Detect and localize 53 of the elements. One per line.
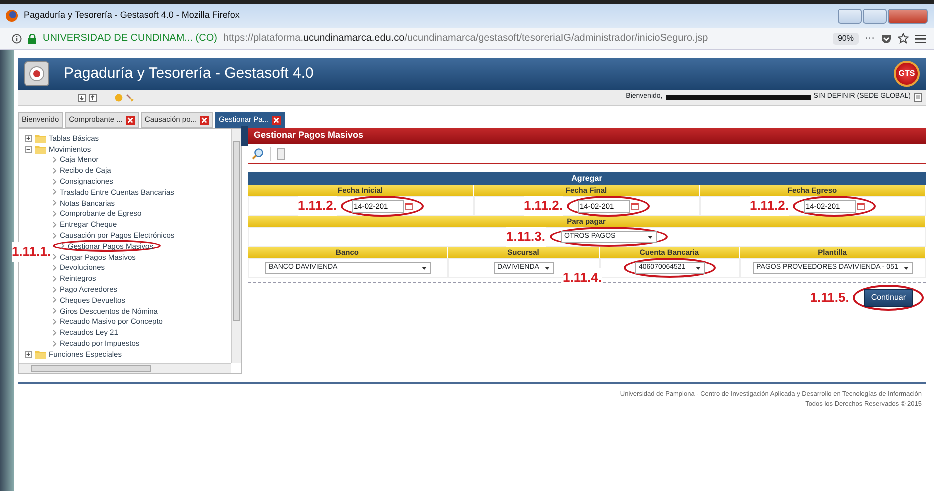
broom-icon[interactable] bbox=[126, 94, 134, 102]
caret-icon bbox=[545, 266, 550, 270]
folder-icon bbox=[35, 144, 46, 154]
site-identity[interactable]: UNIVERSIDAD DE CUNDINAM... (CO) bbox=[43, 31, 218, 46]
collapse-icon[interactable] bbox=[25, 146, 32, 153]
section-header: Agregar bbox=[248, 172, 926, 185]
scroll-thumb[interactable] bbox=[31, 365, 151, 372]
lock-icon bbox=[28, 34, 37, 44]
calendar-icon[interactable] bbox=[631, 202, 640, 210]
annotation-label: 1.11.2. bbox=[750, 196, 790, 216]
caret-icon bbox=[422, 266, 427, 270]
vertical-scrollbar[interactable] bbox=[231, 129, 241, 363]
star-icon[interactable] bbox=[898, 33, 909, 44]
annotation-label: 1.11.2. bbox=[298, 196, 338, 216]
expand-icon[interactable] bbox=[25, 350, 32, 358]
scroll-thumb[interactable] bbox=[233, 141, 240, 321]
pocket-icon[interactable] bbox=[881, 34, 892, 44]
zoom-level[interactable]: 90% bbox=[832, 32, 859, 44]
close-icon[interactable] bbox=[126, 116, 135, 124]
search-icon[interactable] bbox=[252, 148, 264, 160]
url-field[interactable]: https://plataforma.ucundinamarca.edu.co/ucundinamarca/gestasoft/tesoreriaIG/administrador/inicioSeguro.jsp bbox=[223, 31, 708, 46]
horizontal-scrollbar[interactable] bbox=[19, 363, 231, 373]
safe-icon bbox=[24, 61, 50, 87]
continue-button[interactable]: Continuar bbox=[864, 289, 913, 307]
app-title: Pagaduría y Tesorería - Gestasoft 4.0 bbox=[64, 64, 314, 84]
caret-icon bbox=[696, 266, 701, 270]
panel-title: Gestionar Pagos Masivos bbox=[254, 129, 364, 142]
caret-icon bbox=[648, 236, 653, 238]
document-icon[interactable] bbox=[277, 148, 285, 160]
upload-icon[interactable] bbox=[89, 94, 97, 102]
folder-icon bbox=[35, 349, 46, 360]
firefox-icon bbox=[6, 10, 18, 22]
close-icon[interactable] bbox=[200, 116, 210, 124]
logo-badge: GTS bbox=[894, 61, 920, 87]
logout-icon[interactable] bbox=[914, 93, 922, 102]
calendar-icon[interactable] bbox=[405, 202, 414, 210]
menu-icon[interactable] bbox=[915, 34, 926, 44]
info-icon bbox=[12, 34, 22, 44]
calendar-icon[interactable] bbox=[857, 202, 866, 210]
download-icon[interactable] bbox=[78, 94, 86, 102]
annotation-label: 1.11.3. bbox=[506, 227, 546, 247]
maximize-button[interactable] bbox=[863, 8, 887, 24]
annotation-label: 1.11.2. bbox=[524, 196, 564, 216]
window-title: Pagaduría y Tesorería - Gestasoft 4.0 - Mozilla Firefox bbox=[24, 9, 240, 22]
close-button[interactable] bbox=[888, 8, 928, 24]
close-icon[interactable] bbox=[272, 116, 282, 124]
more-button[interactable]: ··· bbox=[865, 31, 875, 46]
folder-icon bbox=[35, 133, 46, 144]
collapse-handle[interactable] bbox=[241, 126, 248, 146]
annotation-label: 1.11.1. bbox=[12, 242, 51, 262]
expand-icon[interactable] bbox=[25, 134, 32, 142]
minimize-button[interactable] bbox=[838, 8, 862, 24]
caret-icon bbox=[904, 266, 910, 270]
